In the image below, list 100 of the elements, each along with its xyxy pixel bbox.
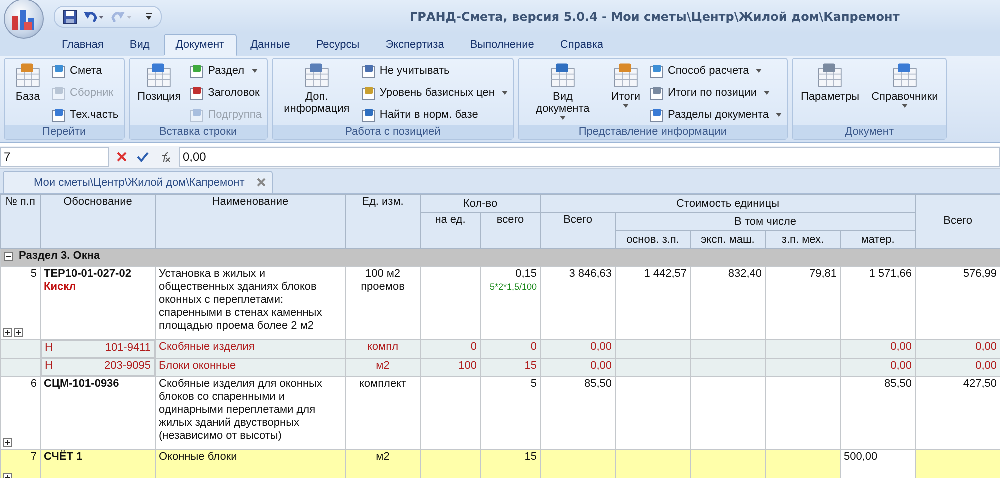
table-cell: 0 <box>480 340 541 358</box>
customize-caret-icon[interactable] <box>145 12 153 21</box>
table-cell: 0,00 <box>916 340 1000 358</box>
table-cell: 100 <box>420 358 480 376</box>
ribbon-button[interactable]: Найти в норм. базе <box>360 105 510 125</box>
ribbon-button[interactable]: Раздел <box>188 61 264 81</box>
code-text: СЧЁТ 1 <box>44 451 84 464</box>
expand-icon[interactable] <box>3 328 12 337</box>
section-row[interactable]: Раздел 3. Окна <box>0 248 1000 266</box>
column-header: на ед. <box>420 212 480 248</box>
table-cell: Блоки оконные <box>156 358 346 376</box>
ribbon-tab[interactable]: Экспертиза <box>374 34 456 56</box>
table-cell-text: 85,50 <box>884 378 912 391</box>
resource-type: Н <box>45 360 53 374</box>
table-cell-text: 3 846,63 <box>568 268 612 281</box>
section-title: Раздел 3. Окна <box>19 250 100 262</box>
group-label: Работа с позицией <box>272 125 513 139</box>
group-label: Вставка строки <box>130 125 267 139</box>
table-cell-text: 1 571,66 <box>868 268 912 281</box>
table-cell-text: 832,40 <box>727 268 762 281</box>
row-number: 5 <box>30 268 37 280</box>
table-cell: Скобяные изделия <box>156 340 346 358</box>
ribbon-button[interactable]: Позиция <box>132 61 186 125</box>
ribbon-button[interactable]: Способ расчета <box>648 61 784 81</box>
group-label: Перейти <box>5 125 124 139</box>
code-text: СЦМ-101-0936 <box>44 378 120 391</box>
table-cell-text: 85,50 <box>583 378 612 391</box>
ribbon-tab[interactable]: Справка <box>548 34 616 56</box>
check-icon[interactable] <box>137 152 149 162</box>
ribbon-button[interactable]: Тех.часть <box>50 105 121 125</box>
table-cell-text: 15 <box>524 451 538 464</box>
ribbon-tab[interactable]: Выполнение <box>458 34 546 56</box>
column-header: Стоимость единицы <box>540 194 916 212</box>
cell-reference-field[interactable]: 7 <box>0 147 109 167</box>
column-header: Всего <box>540 212 616 248</box>
window-title: ГРАНД-Смета, версия 5.0.4 - Мои сметы\Центр\Жилой дом\Капремонт <box>410 10 900 24</box>
ribbon-tab[interactable]: Главная <box>50 34 116 56</box>
table-cell: 0,00 <box>540 358 616 376</box>
row-number: 6 <box>30 378 37 390</box>
collapse-icon[interactable] <box>4 252 13 261</box>
document-tab[interactable]: Мои сметы\Центр\Жилой дом\Капремонт <box>3 171 273 193</box>
ribbon-tab[interactable]: Документ <box>164 34 237 56</box>
save-icon[interactable] <box>63 10 77 24</box>
ribbon-button[interactable]: Итоги по позиции <box>648 83 784 103</box>
table-cell: 15 <box>480 358 541 376</box>
table-cell-text: 427,50 <box>962 378 998 391</box>
ribbon-button[interactable]: Смета <box>50 61 121 81</box>
ribbon-tab[interactable]: Ресурсы <box>304 34 372 56</box>
ribbon-button[interactable]: Не учитывать <box>360 61 510 81</box>
table-cell-text: 0,15 <box>514 268 538 281</box>
column-header: матер. <box>840 230 916 248</box>
table-cell-text: 576,99 <box>962 268 998 281</box>
code-text: ТЕР10-01-027-02 <box>44 268 132 281</box>
ribbon-button[interactable]: Итоги <box>606 61 646 125</box>
column-header: Кол-во <box>420 194 541 212</box>
table-cell: 0,00 <box>916 358 1000 376</box>
table-cell-text: 5 <box>530 378 538 391</box>
resource-type: Н <box>45 342 53 356</box>
ribbon-button[interactable]: Доп. информация <box>276 61 358 125</box>
ribbon-tab[interactable]: Данные <box>238 34 302 56</box>
ribbon-button[interactable]: Заголовок <box>188 83 264 103</box>
group-label: Документ <box>792 125 946 139</box>
function-icon[interactable] <box>159 152 171 162</box>
ribbon-button[interactable]: Справочники <box>866 61 944 125</box>
expand-icon[interactable] <box>14 328 23 337</box>
column-header: № п.п <box>0 194 40 248</box>
column-header: Наименование <box>156 194 346 248</box>
undo-icon[interactable] <box>83 10 105 24</box>
ribbon-button[interactable]: Уровень базисных цен <box>360 83 510 103</box>
formula-field[interactable]: 0,00 <box>179 147 1000 167</box>
table-cell-text: 500,00 <box>844 451 879 464</box>
table-cell-text: 79,81 <box>808 268 838 281</box>
column-header: основ. з.п. <box>616 230 691 248</box>
coefficient-text: Кискл <box>44 281 78 294</box>
ribbon-button[interactable]: Вид документа <box>522 61 604 125</box>
table-cell: 0,00 <box>840 340 916 358</box>
column-header: всего <box>480 212 541 248</box>
resource-code: 101-9411 <box>105 342 151 356</box>
ribbon-button[interactable]: Параметры <box>796 61 865 125</box>
column-header: Ед. изм. <box>346 194 420 248</box>
resource-code: 203-9095 <box>104 360 151 374</box>
table-cell-text: 1 442,57 <box>643 268 688 281</box>
close-icon[interactable] <box>256 178 266 187</box>
table-cell: компл <box>346 340 420 358</box>
column-header: эксп. маш. <box>690 230 766 248</box>
formula-text: 5*2*1,5/100 <box>488 281 538 294</box>
table-cell: 0,00 <box>840 358 916 376</box>
column-header: Обоснование <box>40 194 156 248</box>
cancel-icon[interactable] <box>117 152 127 162</box>
group-label: Представление информации <box>518 125 787 139</box>
table-cell: Оконные блоки <box>156 450 346 478</box>
row-number: 7 <box>30 451 37 463</box>
table-cell: м2 <box>346 358 420 376</box>
ribbon-button[interactable]: База <box>8 61 48 125</box>
table-cell: 0 <box>420 340 480 358</box>
app-menu-button[interactable] <box>4 0 44 38</box>
ribbon-tab[interactable]: Вид <box>118 34 162 56</box>
table-cell: м2 <box>346 450 420 478</box>
expand-icon[interactable] <box>3 438 12 447</box>
ribbon-button[interactable]: Разделы документа <box>648 105 784 125</box>
